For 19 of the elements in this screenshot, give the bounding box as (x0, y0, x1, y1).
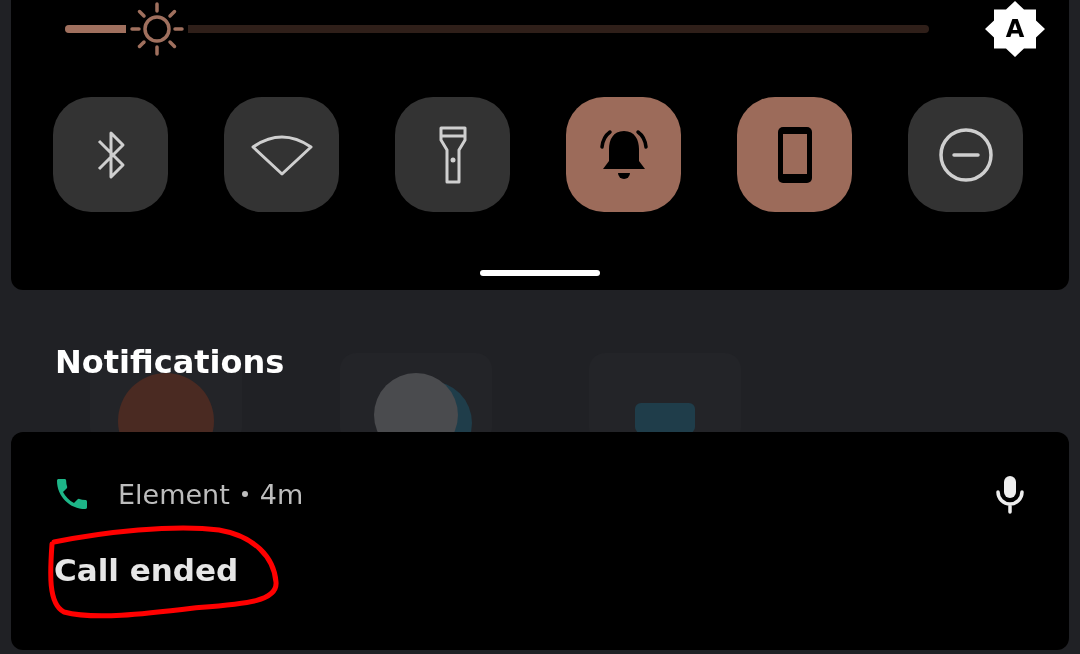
dnd-tile[interactable] (908, 97, 1023, 212)
do-not-disturb-icon (937, 126, 994, 183)
notification-time: 4m (259, 478, 304, 510)
app-name: Element (118, 478, 230, 510)
separator-dot (241, 491, 248, 497)
rotation-tile[interactable] (737, 97, 852, 212)
auto-brightness-button[interactable]: A (985, 1, 1045, 57)
flashlight-tile[interactable] (395, 97, 510, 212)
wifi-tile[interactable] (224, 97, 339, 212)
notification-card[interactable]: Element 4m Call ended (11, 432, 1069, 650)
sound-tile[interactable] (566, 97, 681, 212)
flashlight-icon (437, 125, 468, 184)
section-title: Notifications (55, 343, 285, 381)
phone-icon (775, 124, 814, 185)
bluetooth-tile[interactable] (53, 97, 168, 212)
microphone-icon[interactable] (995, 474, 1025, 514)
drag-handle[interactable] (480, 270, 600, 276)
notification-text: Call ended (54, 552, 239, 588)
brightness-slider[interactable] (65, 1, 929, 57)
